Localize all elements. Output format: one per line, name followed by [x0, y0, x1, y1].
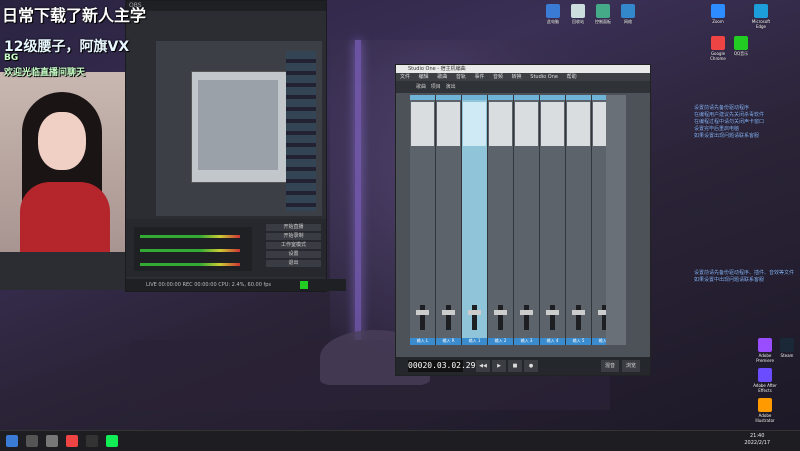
audio-mixer[interactable] — [134, 227, 252, 271]
steam-icon — [780, 338, 794, 352]
stream-overlay-line4: 欢迎光临直播间聊天 — [4, 68, 86, 78]
settings-button[interactable]: 设置 — [266, 251, 321, 258]
preview-studio-one-thumb — [191, 71, 288, 183]
illustrator-icon — [758, 398, 772, 412]
mixer-channel[interactable]: 输入 R — [436, 95, 462, 345]
obs-preview[interactable] — [156, 41, 322, 216]
obs-controls: 开始直播 开始录制 工作室模式 设置 退出 — [266, 224, 321, 272]
menu-edit[interactable]: 编辑 — [419, 74, 429, 80]
mixer-channel[interactable]: 输入 2 — [488, 95, 514, 345]
desktop-icon[interactable]: QQ音乐 — [728, 36, 754, 57]
desktop-icon[interactable]: Adobe After Effects — [752, 368, 778, 393]
desktop-note-1: 设置前请先备份驱动程序 在编程用户建议先关闭杀毒软件 在编程过程中请勿关闭声卡窗… — [694, 105, 765, 139]
webcam-person-face — [38, 112, 86, 170]
chrome-icon — [711, 36, 725, 50]
record-button[interactable]: ● — [524, 360, 538, 372]
tab-project[interactable]: 项目 — [431, 84, 441, 90]
exit-button[interactable]: 退出 — [266, 260, 321, 267]
transport-bar: 00020.03.02.29 ◀◀ ▶ ■ ● 混音 浏览 — [396, 357, 650, 375]
search-icon[interactable] — [26, 435, 38, 447]
desktop-icon[interactable]: Zoom — [705, 4, 731, 24]
mixer-channel[interactable]: 输入 4 — [540, 95, 566, 345]
edge-icon — [754, 4, 768, 18]
desktop-note-2: 设置前请先备份驱动程序、插件、音效等文件 如果设置中出现问题请联系客服 — [694, 270, 795, 283]
chrome-taskbar-icon[interactable] — [66, 435, 78, 447]
wallpaper-neon-light — [355, 40, 361, 340]
menu-file[interactable]: 文件 — [400, 74, 410, 80]
start-button-icon[interactable] — [6, 435, 18, 447]
start-record-button[interactable]: 开始录制 — [266, 233, 321, 240]
time-display: 00020.03.02.29 — [408, 360, 476, 372]
desktop-icon[interactable]: Adobe Illustrator — [752, 398, 778, 423]
desktop-icon[interactable]: Steam — [774, 338, 800, 358]
studio-one-menubar: 文件 编辑 歌曲 音轨 事件 音频 转换 Studio One 帮助 — [396, 73, 650, 81]
obs-taskbar-icon[interactable] — [86, 435, 98, 447]
network-icon — [621, 4, 635, 18]
stream-overlay-line3: BG — [4, 53, 19, 63]
stop-button[interactable]: ■ — [508, 360, 522, 372]
mixer-level-meter — [140, 249, 240, 252]
webcam-feed — [0, 72, 125, 252]
stream-overlay-subtitle: 12级腰子，阿旗VX — [4, 39, 130, 55]
menu-event[interactable]: 事件 — [474, 74, 484, 80]
studio-one-window: Studio One - 宿主机编曲 文件 编辑 歌曲 音轨 事件 音频 转换 … — [395, 64, 651, 376]
this-pc-icon — [546, 4, 560, 18]
obs-status-bar: LIVE 00:00:00 REC 00:00:00 CPU: 2.4%, 60… — [126, 279, 346, 291]
preview-desktop-icons — [286, 51, 316, 211]
master-bus[interactable] — [606, 95, 626, 345]
menu-track[interactable]: 音轨 — [456, 74, 466, 80]
studio-one-titlebar: Studio One - 宿主机编曲 — [396, 65, 650, 73]
after-effects-icon — [758, 368, 772, 382]
recycle-bin-icon — [571, 4, 585, 18]
mixer-level-meter — [140, 235, 240, 238]
desktop-icon[interactable]: 此电脑 — [540, 4, 566, 25]
obs-scene-panel[interactable] — [0, 252, 125, 290]
recording-indicator-icon — [300, 281, 308, 289]
studio-one-taskbar-icon[interactable] — [106, 435, 118, 447]
obs-dock: 开始直播 开始录制 工作室模式 设置 退出 — [126, 219, 326, 277]
menu-transport[interactable]: 转换 — [512, 74, 522, 80]
task-view-icon[interactable] — [46, 435, 58, 447]
mixer-channel[interactable]: 输入 3 — [514, 95, 540, 345]
menu-help[interactable]: 帮助 — [567, 74, 577, 80]
desktop-icon[interactable]: 回收站 — [565, 4, 591, 25]
stream-overlay-title: 日常下载了新人主学 — [2, 6, 147, 25]
tab-song[interactable]: 歌曲 — [416, 84, 426, 90]
mixer-channel[interactable]: 输入 5 — [566, 95, 592, 345]
mix-tab[interactable]: 混音 — [601, 360, 619, 372]
menu-audio[interactable]: 音频 — [493, 74, 503, 80]
taskbar: 21:40 2022/2/17 — [0, 430, 800, 451]
taskbar-clock: 21:40 2022/2/17 — [744, 433, 770, 446]
desktop-icon[interactable]: Microsoft Edge — [748, 4, 774, 29]
menu-studio-one[interactable]: Studio One — [530, 74, 558, 80]
zoom-icon — [711, 4, 725, 18]
start-stream-button[interactable]: 开始直播 — [266, 224, 321, 231]
desktop-icon[interactable]: 网络 — [615, 4, 641, 25]
play-button[interactable]: ▶ — [492, 360, 506, 372]
mixer-level-meter — [140, 263, 240, 266]
menu-song[interactable]: 歌曲 — [437, 74, 447, 80]
browse-tab[interactable]: 浏览 — [622, 360, 640, 372]
studio-one-toolbar: 歌曲 项目 演出 — [396, 81, 650, 93]
control-panel-icon — [596, 4, 610, 18]
webcam-person-dress — [20, 182, 110, 252]
studio-mode-button[interactable]: 工作室模式 — [266, 242, 321, 249]
qq-music-icon — [734, 36, 748, 50]
desktop-icon[interactable]: 控制面板 — [590, 4, 616, 25]
mixer-strips: 输入 L 输入 R 输入 1 输入 2 输入 3 输入 4 输入 5 输入 6 — [410, 95, 618, 345]
mixer-channel[interactable]: 输入 L — [410, 95, 436, 345]
obs-window: OBS 开始直播 开始录制 工作室模式 设置 退出 LIVE 00:00:00 … — [125, 0, 346, 292]
rewind-button[interactable]: ◀◀ — [476, 360, 490, 372]
premiere-icon — [758, 338, 772, 352]
obs-titlebar: OBS — [126, 1, 326, 11]
mixer-channel[interactable]: 输入 1 — [462, 95, 488, 345]
tab-show[interactable]: 演出 — [446, 84, 456, 90]
